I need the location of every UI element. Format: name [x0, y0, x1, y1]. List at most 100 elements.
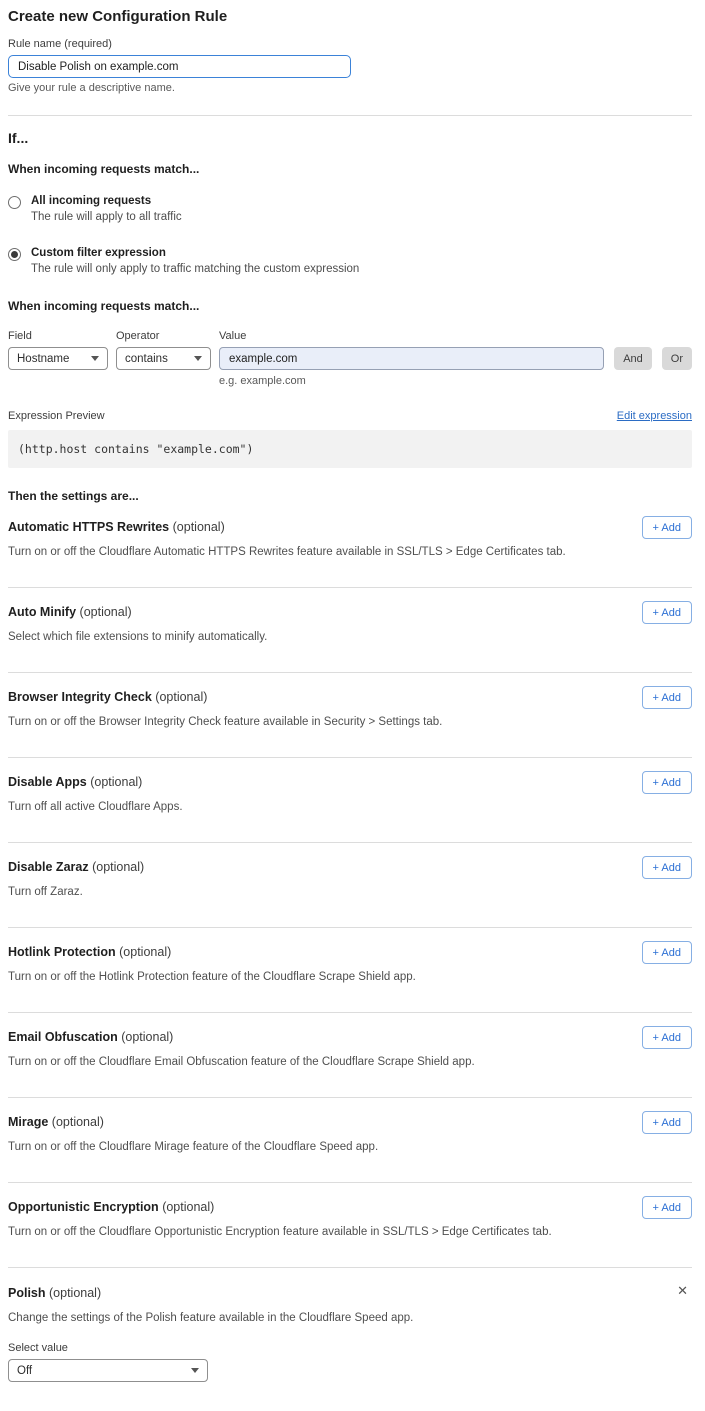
- value-input[interactable]: [219, 347, 604, 370]
- setting-optional-tag: (optional): [119, 945, 171, 959]
- radio-option-all-requests[interactable]: All incoming requests The rule will appl…: [8, 195, 692, 223]
- setting-description: Turn on or off the Cloudflare Automatic …: [8, 546, 692, 558]
- rule-name-label: Rule name (required): [8, 38, 692, 50]
- page-title: Create new Configuration Rule: [8, 8, 692, 25]
- field-column: Field Hostname: [8, 330, 108, 370]
- setting-section: Mirage (optional) + Add Turn on or off t…: [8, 1098, 692, 1183]
- chevron-down-icon: [194, 356, 202, 361]
- polish-select-label: Select value: [8, 1342, 692, 1354]
- operator-column: Operator contains: [116, 330, 211, 370]
- setting-description: Turn on or off the Cloudflare Opportunis…: [8, 1226, 692, 1238]
- operator-label: Operator: [116, 330, 211, 342]
- setting-optional-tag: (optional): [80, 605, 132, 619]
- setting-description: Turn off Zaraz.: [8, 886, 692, 898]
- setting-description: Turn on or off the Hotlink Protection fe…: [8, 971, 692, 983]
- polish-title-text: Polish: [8, 1286, 46, 1300]
- radio-option-text: All incoming requests The rule will appl…: [31, 195, 182, 223]
- setting-optional-tag: (optional): [155, 690, 207, 704]
- value-column: Value: [219, 330, 604, 370]
- radio-option-custom-expression[interactable]: Custom filter expression The rule will o…: [8, 247, 692, 275]
- operator-select[interactable]: contains: [116, 347, 211, 370]
- setting-description: Turn on or off the Cloudflare Email Obfu…: [8, 1056, 692, 1068]
- radio-option-label: All incoming requests: [31, 195, 182, 207]
- setting-title: Mirage (optional): [8, 1115, 104, 1129]
- conjunction-buttons: And Or: [614, 330, 692, 370]
- setting-title: Disable Zaraz (optional): [8, 860, 144, 874]
- add-button[interactable]: + Add: [642, 1196, 692, 1219]
- setting-optional-tag: (optional): [162, 1200, 214, 1214]
- setting-title: Auto Minify (optional): [8, 605, 132, 619]
- radio-option-description: The rule will only apply to traffic matc…: [31, 263, 359, 275]
- match-label: When incoming requests match...: [8, 162, 692, 176]
- setting-section: Automatic HTTPS Rewrites (optional) + Ad…: [8, 503, 692, 588]
- edit-expression-link[interactable]: Edit expression: [617, 410, 692, 422]
- expression-preview-label: Expression Preview: [8, 410, 105, 422]
- settings-list: Automatic HTTPS Rewrites (optional) + Ad…: [8, 503, 692, 1268]
- radio-option-description: The rule will apply to all traffic: [31, 211, 182, 223]
- setting-title-text: Disable Apps: [8, 775, 87, 789]
- setting-section: Disable Apps (optional) + Add Turn off a…: [8, 758, 692, 843]
- add-button[interactable]: + Add: [642, 516, 692, 539]
- field-select-value: Hostname: [17, 353, 69, 365]
- add-button[interactable]: + Add: [642, 686, 692, 709]
- setting-title: Automatic HTTPS Rewrites (optional): [8, 520, 225, 534]
- add-button[interactable]: + Add: [642, 1026, 692, 1049]
- setting-description: Turn on or off the Cloudflare Mirage fea…: [8, 1141, 692, 1153]
- setting-section: Hotlink Protection (optional) + Add Turn…: [8, 928, 692, 1013]
- setting-section: Auto Minify (optional) + Add Select whic…: [8, 588, 692, 673]
- expression-preview-header: Expression Preview Edit expression: [8, 410, 692, 422]
- rule-name-input[interactable]: [8, 55, 351, 78]
- radio-option-label: Custom filter expression: [31, 247, 359, 259]
- field-label: Field: [8, 330, 108, 342]
- polish-value-select[interactable]: Off: [8, 1359, 208, 1382]
- builder-match-label: When incoming requests match...: [8, 299, 692, 313]
- add-button[interactable]: + Add: [642, 1111, 692, 1134]
- setting-optional-tag: (optional): [121, 1030, 173, 1044]
- if-heading: If...: [8, 130, 692, 146]
- setting-title-text: Opportunistic Encryption: [8, 1200, 159, 1214]
- polish-description: Change the settings of the Polish featur…: [8, 1312, 692, 1324]
- request-match-radio-group: All incoming requests The rule will appl…: [8, 195, 692, 275]
- operator-select-value: contains: [125, 353, 168, 365]
- setting-title: Email Obfuscation (optional): [8, 1030, 173, 1044]
- setting-description: Turn on or off the Browser Integrity Che…: [8, 716, 692, 728]
- setting-optional-tag: (optional): [92, 860, 144, 874]
- setting-optional-tag: (optional): [173, 520, 225, 534]
- add-button[interactable]: + Add: [642, 771, 692, 794]
- and-button[interactable]: And: [614, 347, 652, 370]
- setting-title-text: Email Obfuscation: [8, 1030, 118, 1044]
- add-button[interactable]: + Add: [642, 941, 692, 964]
- setting-section: Browser Integrity Check (optional) + Add…: [8, 673, 692, 758]
- setting-section: Disable Zaraz (optional) + Add Turn off …: [8, 843, 692, 928]
- section-divider: [8, 115, 692, 116]
- polish-section: Polish (optional) ✕ Change the settings …: [8, 1268, 692, 1411]
- setting-description: Turn off all active Cloudflare Apps.: [8, 801, 692, 813]
- setting-title-text: Automatic HTTPS Rewrites: [8, 520, 169, 534]
- chevron-down-icon: [91, 356, 99, 361]
- setting-section: Email Obfuscation (optional) + Add Turn …: [8, 1013, 692, 1098]
- close-icon[interactable]: ✕: [675, 1282, 690, 1299]
- setting-title-text: Auto Minify: [8, 605, 76, 619]
- setting-title-text: Mirage: [8, 1115, 48, 1129]
- setting-optional-tag: (optional): [52, 1115, 104, 1129]
- setting-title-text: Disable Zaraz: [8, 860, 89, 874]
- setting-title-text: Hotlink Protection: [8, 945, 116, 959]
- radio-icon[interactable]: [8, 196, 21, 209]
- setting-optional-tag: (optional): [90, 775, 142, 789]
- rule-name-helper: Give your rule a descriptive name.: [8, 82, 692, 94]
- add-button[interactable]: + Add: [642, 856, 692, 879]
- add-button[interactable]: + Add: [642, 601, 692, 624]
- setting-title: Browser Integrity Check (optional): [8, 690, 207, 704]
- setting-description: Select which file extensions to minify a…: [8, 631, 692, 643]
- expression-preview-code: (http.host contains "example.com"): [8, 430, 692, 468]
- expression-builder-row: Field Hostname Operator contains Value A…: [8, 330, 692, 370]
- polish-select-value: Off: [17, 1365, 32, 1377]
- radio-icon[interactable]: [8, 248, 21, 261]
- value-label: Value: [219, 330, 604, 342]
- polish-optional-tag: (optional): [49, 1286, 101, 1300]
- field-select[interactable]: Hostname: [8, 347, 108, 370]
- then-heading: Then the settings are...: [8, 489, 692, 503]
- setting-section: Opportunistic Encryption (optional) + Ad…: [8, 1183, 692, 1268]
- radio-option-text: Custom filter expression The rule will o…: [31, 247, 359, 275]
- or-button[interactable]: Or: [662, 347, 692, 370]
